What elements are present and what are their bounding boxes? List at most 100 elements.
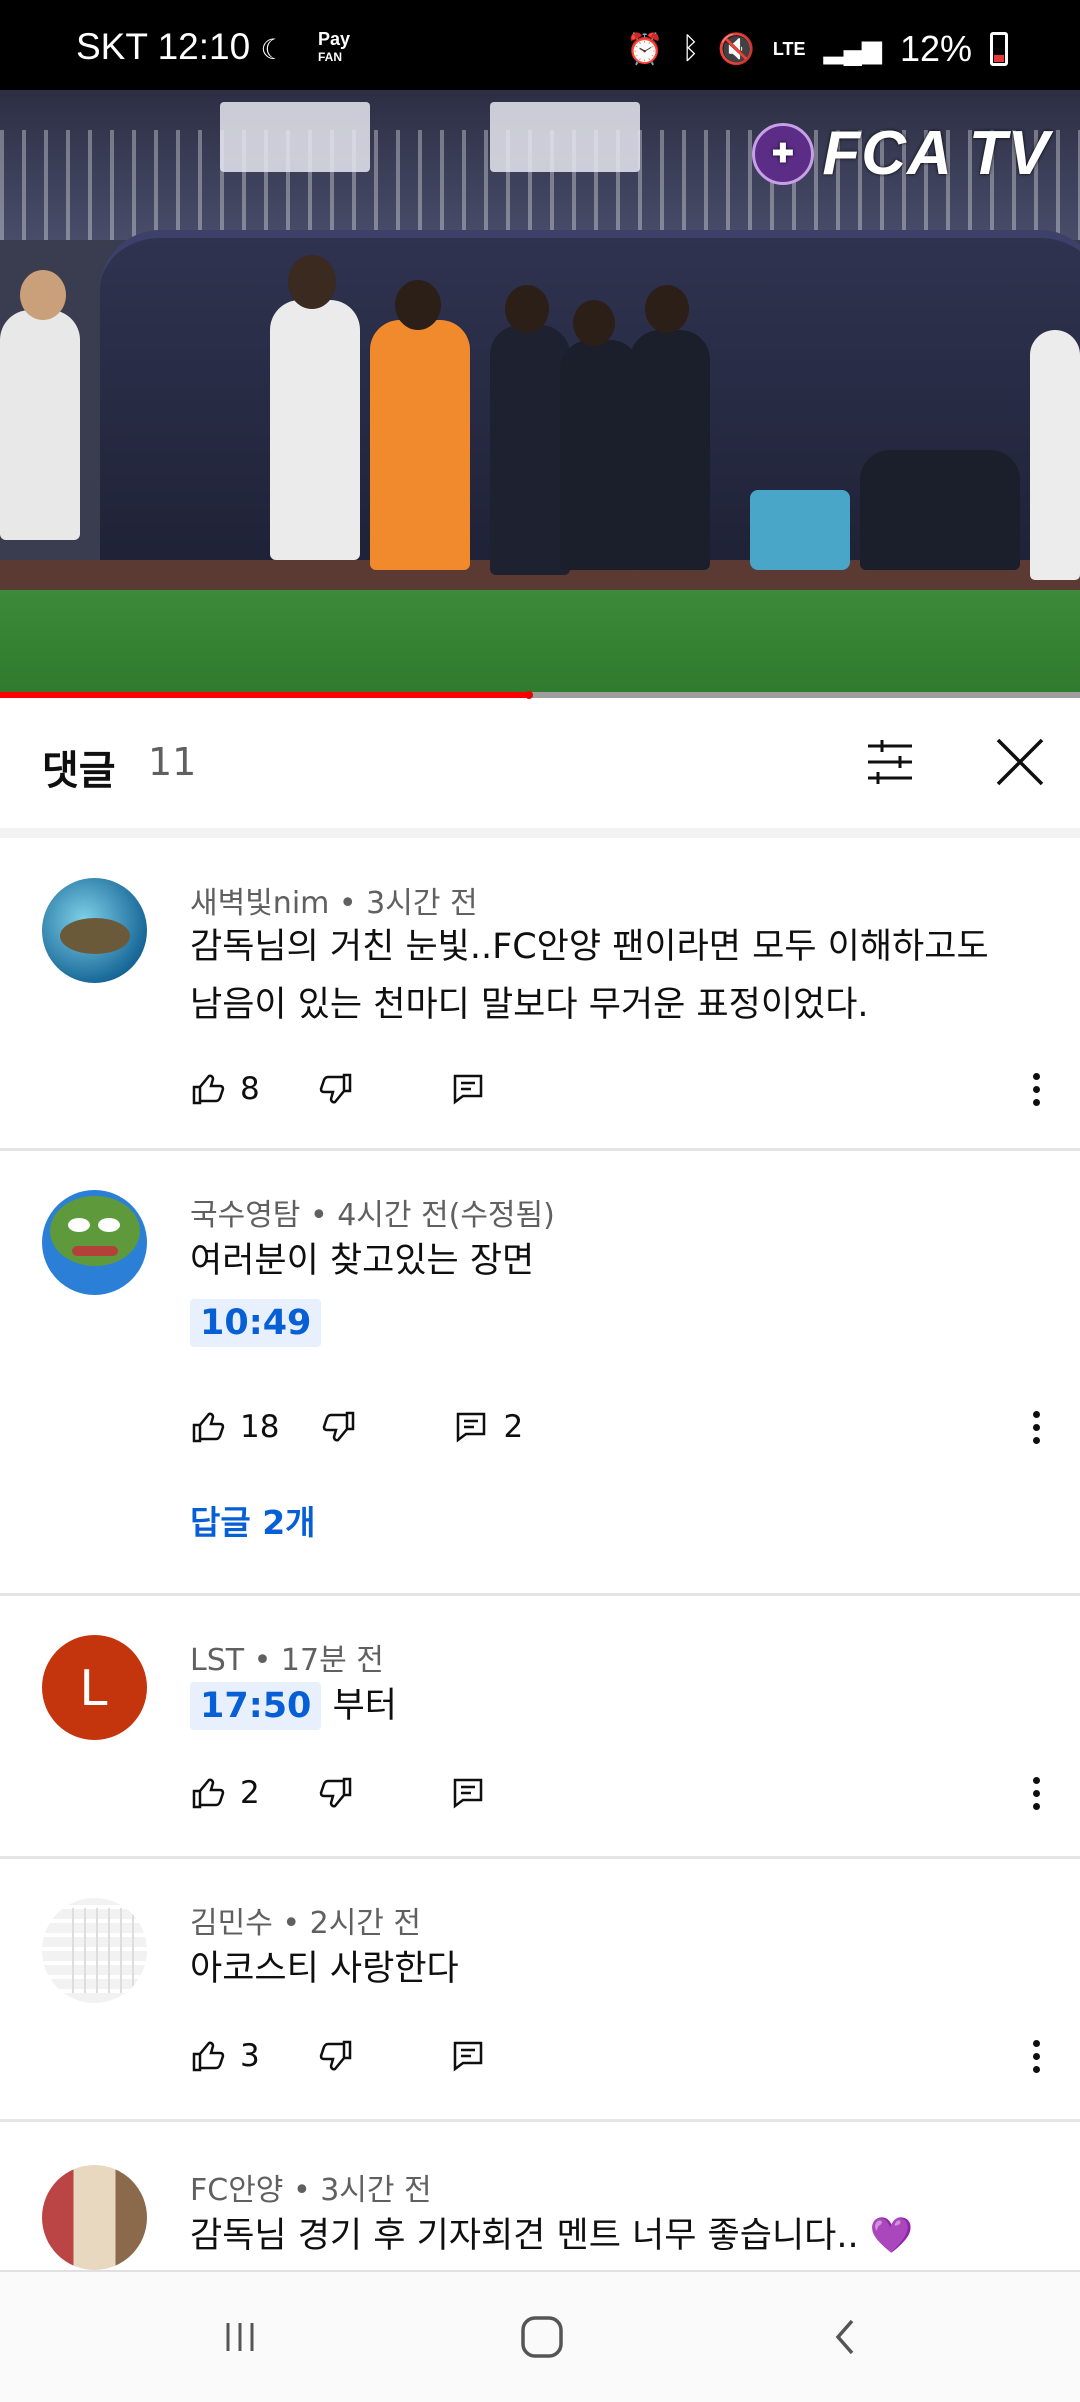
comment-meta: 국수영탐 • 4시간 전(수정됨): [190, 1198, 555, 1233]
comment-time: 17분 전: [280, 1643, 384, 1678]
comment-actions: 18 2: [190, 1402, 523, 1452]
clock: 12:10: [157, 26, 251, 67]
comment-item: L LST • 17분 전 17:50 부터 2: [0, 1593, 1080, 1859]
comment-text: 여러분이 찾고있는 장면 10:49: [190, 1232, 1010, 1352]
status-carrier-time: SKT 12:10 ☾: [76, 26, 286, 68]
alarm-icon: ⏰: [626, 32, 664, 66]
carrier: SKT: [76, 26, 148, 67]
avatar-turtle-shape: [60, 918, 130, 954]
battery-icon: [990, 32, 1008, 66]
reply-icon: [453, 2041, 482, 2072]
thumbs-down-icon: [319, 1777, 351, 1808]
club-crest-icon: ✚: [752, 122, 815, 185]
comment-text: 아코스티 사랑한다: [190, 1949, 459, 1989]
status-icons: ⏰ ᛒ 🔇 LTE ▂▄▆ 12%: [626, 28, 1008, 70]
comments-header: 댓글 11: [0, 698, 1080, 830]
like-button[interactable]: 3: [190, 2038, 260, 2074]
dislike-button[interactable]: [318, 1071, 354, 1107]
timestamp-link[interactable]: 17:50: [190, 1682, 322, 1730]
header-divider: [0, 828, 1080, 838]
status-bar: SKT 12:10 ☾ Pay FAN ⏰ ᛒ 🔇 LTE ▂▄▆ 12%: [0, 0, 1080, 90]
comment-text: 감독님의 거친 눈빛..FC안양 팬이라면 모두 이해하고도 남음이 있는 천마…: [190, 927, 989, 1025]
comment-author[interactable]: 국수영탐: [190, 1198, 300, 1233]
comment-text: 17:50 부터: [190, 1677, 1010, 1735]
comment-text: 감독님 경기 후 기자회견 멘트 너무 좋습니다.. 💜: [190, 2216, 914, 2256]
more-options-icon[interactable]: [1028, 2031, 1044, 2081]
comment-meta: 새벽빛nim • 3시간 전: [190, 886, 478, 921]
thumbs-up-icon: [192, 1778, 225, 1809]
like-button[interactable]: 18: [190, 1409, 279, 1445]
mute-icon: 🔇: [717, 32, 755, 66]
reply-button[interactable]: [450, 1071, 486, 1107]
comment-author[interactable]: 새벽빛nim: [190, 886, 329, 921]
channel-logo: ✚ FCA TV: [752, 118, 1050, 189]
reply-button[interactable]: [450, 1775, 486, 1811]
dislike-button[interactable]: [318, 1775, 354, 1811]
comment-item: FC안양 • 3시간 전 감독님 경기 후 기자회견 멘트 너무 좋습니다.. …: [0, 2119, 1080, 2270]
like-count: 2: [240, 1775, 260, 1811]
comment-actions: 2: [190, 1768, 486, 1818]
comment-author[interactable]: LST: [190, 1643, 244, 1678]
battery-percent: 12%: [899, 28, 972, 69]
comment-author[interactable]: 김민수: [190, 1906, 273, 1941]
home-icon[interactable]: [512, 2312, 572, 2362]
close-icon[interactable]: [990, 732, 1050, 792]
dislike-button[interactable]: [321, 1409, 357, 1445]
comment-actions: 8: [190, 1064, 486, 1114]
comment-time: 3시간 전: [366, 886, 478, 921]
moon-icon: ☾: [260, 34, 286, 65]
avatar[interactable]: [42, 1898, 147, 2003]
video-player[interactable]: ✚ FCA TV: [0, 90, 1080, 698]
avatar[interactable]: L: [42, 1635, 147, 1740]
thumbs-down-icon: [319, 2040, 351, 2071]
comment-time: 3시간 전: [320, 2173, 432, 2208]
bluetooth-icon: ᛒ: [681, 32, 700, 65]
avatar[interactable]: [42, 1190, 147, 1295]
signal-icon: ▂▄▆: [823, 33, 882, 64]
thumbs-down-icon: [323, 1411, 355, 1442]
view-replies-link[interactable]: 답글 2개: [190, 1496, 316, 1544]
back-icon[interactable]: [816, 2312, 876, 2362]
recents-icon[interactable]: [210, 2312, 270, 2362]
dislike-button[interactable]: [318, 2038, 354, 2074]
sort-filter-icon[interactable]: [860, 732, 920, 792]
comment-actions: 3: [190, 2031, 486, 2081]
comment-author[interactable]: FC안양: [190, 2173, 283, 2208]
network-type: LTE: [772, 38, 806, 59]
thumbs-up-icon: [192, 1074, 225, 1105]
comment-meta: 김민수 • 2시간 전: [190, 1906, 422, 1941]
comment-meta: LST • 17분 전: [190, 1643, 384, 1678]
comment-time: 2시간 전: [309, 1906, 422, 1941]
like-count: 18: [240, 1409, 280, 1445]
comments-title: 댓글: [42, 748, 116, 794]
like-count: 8: [240, 1071, 260, 1107]
reply-icon: [457, 1412, 486, 1443]
thumbs-down-icon: [319, 1073, 351, 1104]
thumbs-up-icon: [192, 1412, 225, 1443]
comment-item: 새벽빛nim • 3시간 전 감독님의 거친 눈빛..FC안양 팬이라면 모두 …: [0, 838, 1080, 1151]
comment-time: 4시간 전(수정됨): [337, 1198, 555, 1233]
reply-icon: [453, 1074, 482, 1105]
comment-item: 김민수 • 2시간 전 아코스티 사랑한다 3: [0, 1856, 1080, 2122]
timestamp-link[interactable]: 10:49: [190, 1299, 322, 1347]
reply-button[interactable]: [450, 2038, 486, 2074]
more-options-icon[interactable]: [1028, 1768, 1044, 1818]
reply-count: 2: [503, 1409, 524, 1445]
like-button[interactable]: 8: [190, 1071, 260, 1107]
system-nav-bar: [0, 2270, 1080, 2402]
more-options-icon[interactable]: [1028, 1402, 1044, 1452]
pay-icon: Pay FAN: [318, 29, 351, 64]
reply-icon: [453, 1778, 482, 1809]
more-options-icon[interactable]: [1028, 1064, 1044, 1114]
thumbs-up-icon: [192, 2041, 225, 2072]
video-pitch: [0, 590, 1080, 698]
avatar[interactable]: [42, 878, 147, 983]
comment-meta: FC안양 • 3시간 전: [190, 2173, 432, 2208]
comment-item: 국수영탐 • 4시간 전(수정됨) 여러분이 찾고있는 장면 10:49 18 …: [0, 1148, 1080, 1596]
reply-button[interactable]: 2: [453, 1409, 523, 1445]
avatar-grid-shape: [72, 1908, 142, 1993]
avatar[interactable]: [42, 2165, 147, 2270]
like-count: 3: [240, 2038, 260, 2074]
like-button[interactable]: 2: [190, 1775, 260, 1811]
avatar-letter: L: [80, 1658, 109, 1717]
